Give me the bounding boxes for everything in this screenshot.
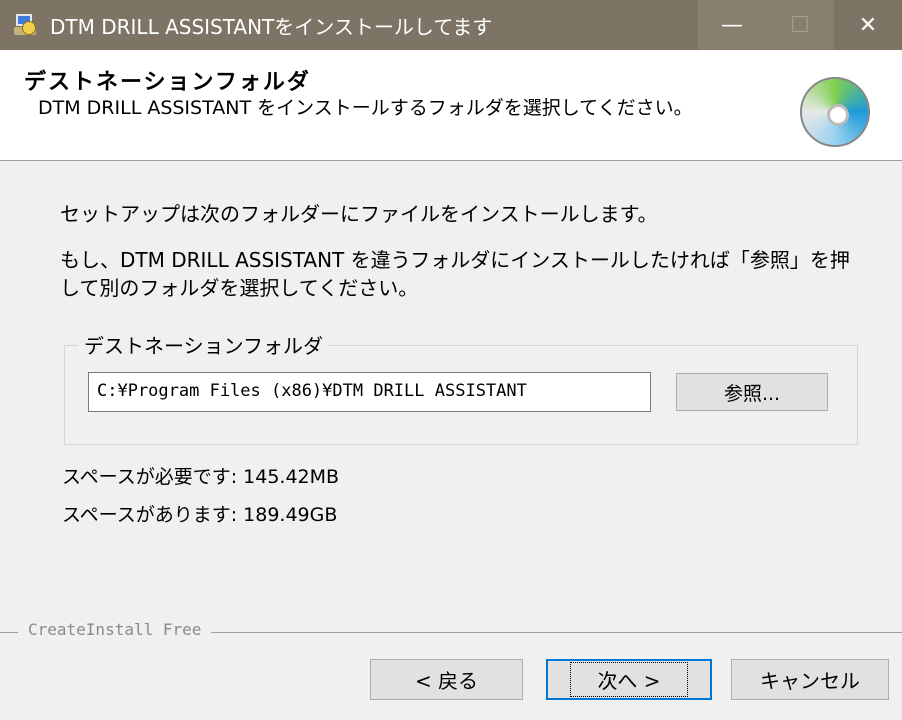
space-required-text: スペースが必要です: 145.42MB (62, 466, 340, 488)
destination-group-label: デストネーションフォルダ (78, 330, 329, 359)
header-title: デストネーションフォルダ (24, 70, 311, 95)
back-button[interactable]: < 戻る (370, 659, 523, 700)
installer-brand-label: CreateInstall Free (18, 620, 212, 639)
cancel-button-label: キャンセル (760, 669, 860, 693)
setup-info-text: セットアップは次のフォルダーにファイルをインストールします。 (60, 202, 658, 226)
cd-disc-icon (800, 77, 870, 147)
window-title: DTM DRILL ASSISTANTをインストールしてます (50, 14, 493, 39)
header-description: DTM DRILL ASSISTANT をインストールするフォルダを選択してくだ… (38, 97, 693, 119)
minimize-button[interactable]: — (698, 0, 766, 50)
next-button[interactable]: 次へ > (546, 659, 712, 700)
browse-instruction-text: もし、DTM DRILL ASSISTANT を違うフォルダにインストールしたけ… (60, 248, 850, 300)
next-button-label: 次へ > (570, 662, 688, 697)
maximize-button: ☐ (766, 0, 834, 50)
wizard-header: デストネーションフォルダ DTM DRILL ASSISTANT をインストール… (0, 50, 902, 161)
browse-button[interactable]: 参照... (676, 373, 828, 411)
close-button[interactable]: ✕ (834, 0, 902, 50)
title-bar: DTM DRILL ASSISTANTをインストールしてます — ☐ ✕ (0, 0, 902, 50)
space-available-text: スペースがあります: 189.49GB (62, 504, 338, 526)
cancel-button[interactable]: キャンセル (731, 659, 889, 700)
back-button-label: < 戻る (414, 669, 479, 693)
browse-button-label: 参照... (723, 382, 781, 405)
installer-app-icon (12, 12, 38, 38)
install-path-input[interactable]: C:¥Program Files (x86)¥DTM DRILL ASSISTA… (88, 372, 651, 412)
